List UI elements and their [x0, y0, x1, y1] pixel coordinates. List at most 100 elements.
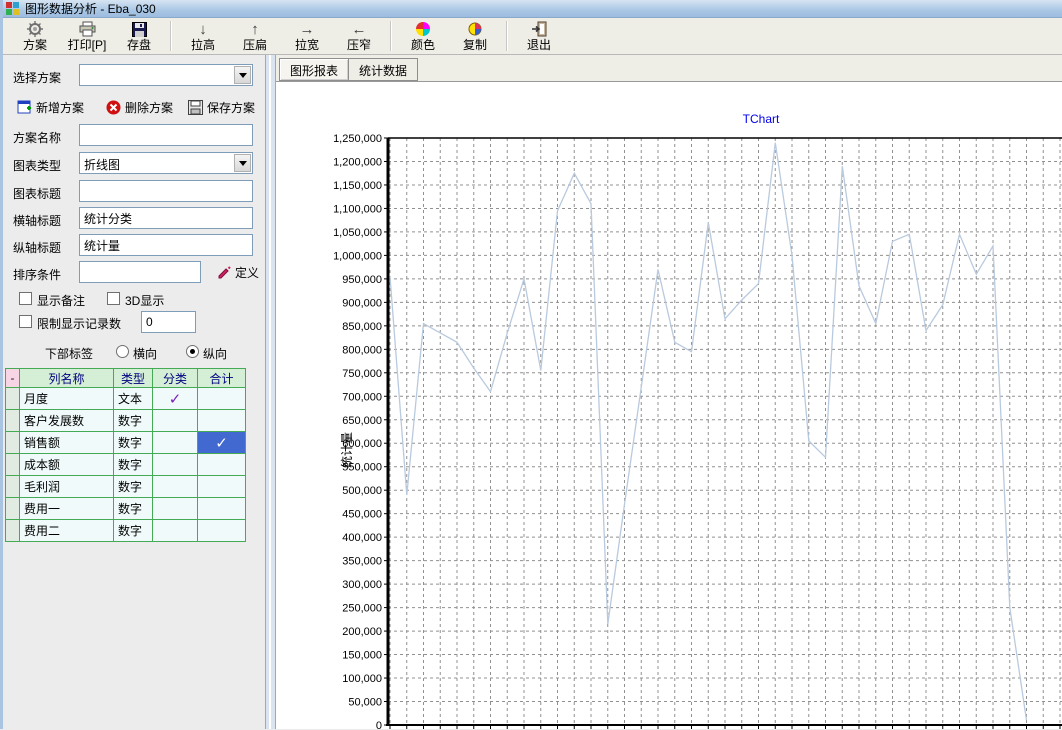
category-cell[interactable] [153, 454, 198, 476]
svg-text:950,000: 950,000 [342, 274, 382, 286]
save-button[interactable]: 存盘 [113, 18, 165, 54]
plan-button[interactable]: 方案 [9, 18, 61, 54]
grid-corner-header[interactable]: - [6, 369, 20, 388]
plan-name-input[interactable] [79, 124, 253, 146]
grid-header-total[interactable]: 合计 [198, 369, 246, 388]
vertical-radio[interactable] [186, 345, 199, 358]
column-type-cell[interactable]: 数字 [114, 410, 153, 432]
svg-text:500,000: 500,000 [342, 485, 382, 497]
chevron-down-icon[interactable] [234, 154, 251, 172]
svg-text:1,100,000: 1,100,000 [333, 203, 382, 215]
3d-display-label: 3D显示 [125, 292, 164, 309]
chart-container: TChart 050,000100,000150,000200,000250,0… [276, 82, 1062, 729]
horizontal-radio-label: 横向 [133, 345, 157, 362]
column-type-cell[interactable]: 数字 [114, 432, 153, 454]
app-window: 图形数据分析 - Eba_030 方案 打印[P] 存盘 ↓ 拉高 ↑ [0, 0, 1062, 729]
table-row: 客户发展数数字 [6, 410, 246, 432]
column-type-cell[interactable]: 数字 [114, 454, 153, 476]
3d-display-checkbox[interactable] [107, 292, 120, 305]
total-cell[interactable]: ✓ [198, 432, 246, 454]
panel-splitter[interactable] [265, 55, 276, 729]
grid-header-type[interactable]: 类型 [114, 369, 153, 388]
category-cell[interactable] [153, 476, 198, 498]
select-plan-combobox[interactable] [79, 64, 253, 86]
category-cell[interactable] [153, 432, 198, 454]
total-cell[interactable] [198, 454, 246, 476]
toolbar-separator [506, 21, 508, 51]
chart-title-input[interactable] [79, 180, 253, 202]
limit-records-input[interactable] [141, 311, 196, 333]
svg-text:400,000: 400,000 [342, 532, 382, 544]
horizontal-radio[interactable] [116, 345, 129, 358]
chart-type-combobox[interactable]: 折线图 [79, 152, 253, 174]
row-indicator[interactable] [6, 432, 20, 454]
y-axis-title-input[interactable] [79, 234, 253, 256]
save-plan-button[interactable]: 保存方案 [188, 99, 255, 116]
line-chart[interactable]: 050,000100,000150,000200,000250,000300,0… [276, 82, 1062, 730]
toolbar-label: 拉宽 [295, 39, 319, 52]
grid-header-row: - 列名称 类型 分类 合计 [6, 369, 246, 388]
total-cell[interactable] [198, 410, 246, 432]
table-row: 月度文本✓ [6, 388, 246, 410]
total-cell[interactable] [198, 520, 246, 542]
sort-condition-input[interactable] [79, 261, 201, 283]
svg-text:850,000: 850,000 [342, 321, 382, 333]
tab-graphic-report[interactable]: 图形报表 [279, 58, 349, 81]
limit-records-checkbox[interactable] [19, 315, 32, 328]
copy-button[interactable]: 复制 [449, 18, 501, 54]
svg-text:700,000: 700,000 [342, 391, 382, 403]
x-axis-title-input[interactable] [79, 207, 253, 229]
total-cell[interactable] [198, 388, 246, 410]
column-name-cell[interactable]: 月度 [20, 388, 114, 410]
narrow-button[interactable]: ← 压窄 [333, 18, 385, 54]
define-button[interactable]: 定义 [217, 264, 259, 281]
flatten-button[interactable]: ↑ 压扁 [229, 18, 281, 54]
row-indicator[interactable] [6, 520, 20, 542]
limit-records-label: 限制显示记录数 [37, 315, 121, 332]
column-type-cell[interactable]: 数字 [114, 476, 153, 498]
svg-text:1,000,000: 1,000,000 [333, 250, 382, 262]
column-name-cell[interactable]: 客户发展数 [20, 410, 114, 432]
svg-text:150,000: 150,000 [342, 650, 382, 662]
tab-statistics-data[interactable]: 统计数据 [349, 58, 418, 81]
category-cell[interactable]: ✓ [153, 388, 198, 410]
toolbar-label: 拉高 [191, 39, 215, 52]
grid-header-category[interactable]: 分类 [153, 369, 198, 388]
toolbar-separator [170, 21, 172, 51]
column-type-cell[interactable]: 文本 [114, 388, 153, 410]
row-indicator[interactable] [6, 498, 20, 520]
column-type-cell[interactable]: 数字 [114, 498, 153, 520]
new-plan-icon [17, 100, 32, 115]
check-icon: ✓ [215, 435, 228, 452]
column-name-cell[interactable]: 费用一 [20, 498, 114, 520]
total-cell[interactable] [198, 498, 246, 520]
new-plan-button[interactable]: 新增方案 [17, 99, 84, 116]
exit-button[interactable]: 退出 [513, 18, 565, 54]
column-type-cell[interactable]: 数字 [114, 520, 153, 542]
chevron-down-icon[interactable] [234, 66, 251, 84]
show-note-checkbox[interactable] [19, 292, 32, 305]
row-indicator[interactable] [6, 476, 20, 498]
row-indicator[interactable] [6, 388, 20, 410]
column-name-cell[interactable]: 毛利润 [20, 476, 114, 498]
stretch-tall-button[interactable]: ↓ 拉高 [177, 18, 229, 54]
category-cell[interactable] [153, 410, 198, 432]
row-indicator[interactable] [6, 410, 20, 432]
total-cell[interactable] [198, 476, 246, 498]
category-cell[interactable] [153, 520, 198, 542]
grid-header-name[interactable]: 列名称 [20, 369, 114, 388]
print-button[interactable]: 打印[P] [61, 18, 113, 54]
delete-plan-button[interactable]: 删除方案 [106, 99, 173, 116]
toolbar: 方案 打印[P] 存盘 ↓ 拉高 ↑ 压扁 → 拉宽 ← [3, 18, 1062, 55]
row-indicator[interactable] [6, 454, 20, 476]
svg-text:1,150,000: 1,150,000 [333, 180, 382, 192]
column-name-cell[interactable]: 费用二 [20, 520, 114, 542]
column-name-cell[interactable]: 销售额 [20, 432, 114, 454]
column-name-cell[interactable]: 成本额 [20, 454, 114, 476]
widen-button[interactable]: → 拉宽 [281, 18, 333, 54]
svg-text:1,200,000: 1,200,000 [333, 156, 382, 168]
chart-type-label: 图表类型 [13, 157, 61, 174]
category-cell[interactable] [153, 498, 198, 520]
color-button[interactable]: 颜色 [397, 18, 449, 54]
vertical-radio-label: 纵向 [203, 345, 227, 362]
